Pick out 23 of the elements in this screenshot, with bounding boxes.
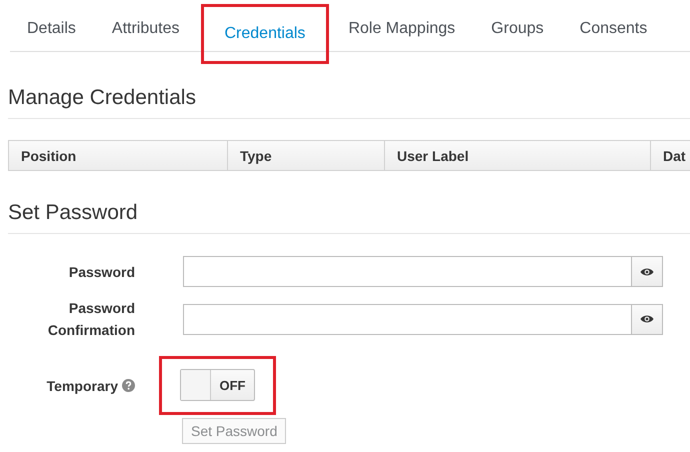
tab[interactable]: Credentials	[202, 6, 328, 62]
show-password-button[interactable]	[632, 304, 663, 334]
tab[interactable]: Role Mappings	[331, 6, 472, 51]
column-header: Position	[9, 141, 228, 170]
column-header: Type	[228, 141, 385, 170]
tab[interactable]: Groups	[474, 6, 561, 51]
show-password-button[interactable]	[632, 256, 663, 287]
field-label: Password Confirmation	[46, 299, 135, 340]
field-label: Password	[68, 262, 135, 282]
temporary-toggle[interactable]: OFF	[180, 369, 255, 401]
eye-icon	[640, 314, 654, 324]
column-header: User Label	[385, 141, 651, 170]
field-label: Temporary	[46, 376, 118, 396]
column-header: Dat	[662, 146, 687, 166]
tab[interactable]: Consents	[562, 6, 664, 51]
tab[interactable]: Details	[10, 6, 93, 51]
password-field[interactable]	[183, 256, 632, 287]
section-heading: Manage Credentials	[8, 86, 690, 119]
help-icon[interactable]	[122, 379, 135, 392]
eye-icon	[640, 266, 654, 276]
tab[interactable]: Attributes	[94, 6, 196, 51]
password-field[interactable]	[183, 304, 632, 334]
section-heading: Set Password	[8, 201, 690, 234]
